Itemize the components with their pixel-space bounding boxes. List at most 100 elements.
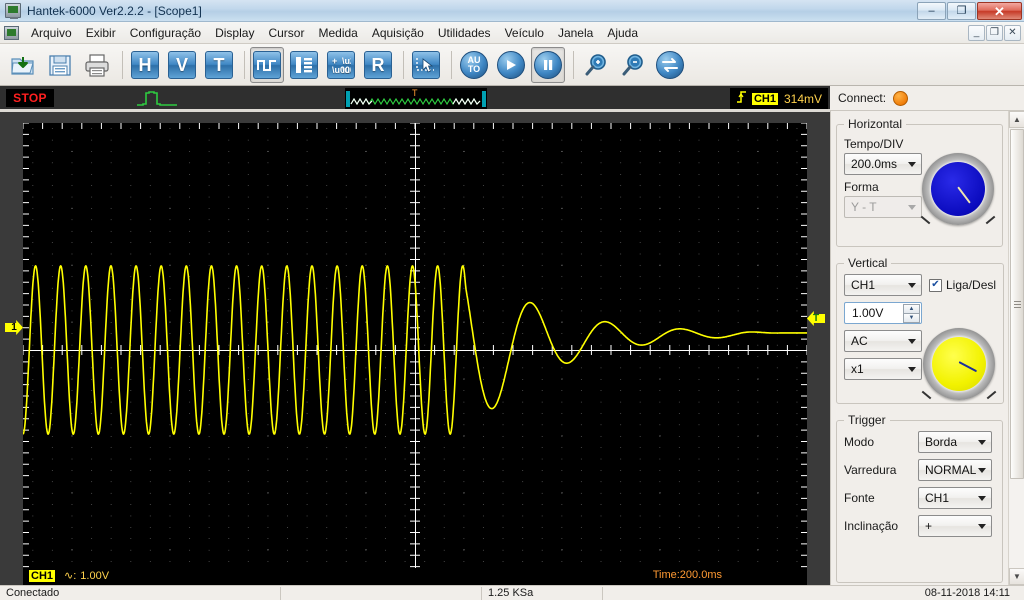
menu-item-exibir[interactable]: Exibir [79, 23, 123, 43]
trigger-sweep-select[interactable]: NORMAL [918, 459, 992, 481]
volts-div-stepper[interactable]: 1.00V ▲ ▼ [844, 302, 922, 324]
menu-item-aquisicao[interactable]: Aquisição [365, 23, 431, 43]
zoom-in-button[interactable] [579, 47, 613, 83]
channel-1-position-marker[interactable]: 1 [5, 320, 23, 335]
measure-button[interactable] [287, 47, 321, 83]
stepper-arrows[interactable]: ▲ ▼ [903, 304, 920, 323]
trigger-channel-tag: CH1 [751, 92, 778, 105]
menu-item-ajuda[interactable]: Ajuda [600, 23, 645, 43]
close-button[interactable]: ✕ [977, 2, 1022, 20]
trigger-source-value: CH1 [925, 491, 950, 505]
maximize-button[interactable]: ❐ [947, 2, 976, 20]
connection-status: Conectado [6, 587, 60, 599]
save-button[interactable] [43, 47, 77, 83]
waveform-icon [253, 50, 281, 79]
sine-waveform-preview-icon: T [345, 88, 487, 109]
trigger-mode-select[interactable]: Borda [918, 431, 992, 453]
svg-text:T: T [412, 88, 418, 98]
run-icon [497, 50, 525, 79]
vertical-channel-select[interactable]: CH1 [844, 274, 922, 296]
horizontal-knob[interactable] [920, 153, 996, 225]
mdi-minimize-button[interactable]: _ [968, 25, 985, 41]
stepper-down-icon[interactable]: ▼ [903, 313, 920, 323]
pause-icon [534, 50, 562, 79]
sample-rate-status: 1.25 KSa [488, 587, 534, 599]
zoom-out-icon [619, 51, 647, 79]
menu-item-cursor[interactable]: Cursor [261, 23, 311, 43]
save-icon [46, 51, 74, 79]
math-button[interactable]: + \u2212 \u00d7 \u00f7 [324, 47, 358, 83]
mdi-close-button[interactable]: ✕ [1004, 25, 1021, 41]
record-button[interactable]: R [361, 47, 395, 83]
chevron-down-icon [908, 339, 916, 344]
status-bar: Conectado 1.25 KSa 08-11-2018 14:11 [0, 585, 1024, 600]
scope-bottom-readout: CH1 ∿: 1.00V Time:200.0ms [23, 568, 807, 585]
menu-item-configuracao[interactable]: Configuração [123, 23, 208, 43]
window-title: Hantek-6000 Ver2.2.2 - [Scope1] [27, 3, 202, 18]
run-button[interactable] [494, 47, 528, 83]
scope-screen[interactable]: TVA na partida ... [23, 123, 807, 578]
menu-item-arquivo[interactable]: Arquivo [24, 23, 79, 43]
probe-value: x1 [851, 362, 864, 376]
minimize-button[interactable]: – [917, 2, 946, 20]
trigger-sweep-row: Varredura NORMAL [844, 459, 995, 481]
trigger-group-legend: Trigger [848, 413, 886, 427]
menu-item-medida[interactable]: Medida [311, 23, 364, 43]
toolbar-separator [573, 50, 574, 79]
connect-label: Connect: [838, 91, 887, 105]
probe-select[interactable]: x1 [844, 358, 922, 380]
print-icon [83, 51, 111, 79]
zoom-out-button[interactable] [616, 47, 650, 83]
vertical-button[interactable]: V [165, 47, 199, 83]
measure-icon [290, 50, 318, 79]
menu-item-display[interactable]: Display [208, 23, 261, 43]
format-select[interactable]: Y - T [844, 196, 922, 218]
scope-app-icon [5, 3, 21, 19]
zoom-in-icon [582, 51, 610, 79]
coupling-select[interactable]: AC [844, 330, 922, 352]
open-button[interactable] [6, 47, 40, 83]
waveform-button[interactable] [250, 46, 284, 83]
scroll-up-icon[interactable]: ▲ [1009, 111, 1024, 128]
trigger-level-marker[interactable]: T [807, 311, 825, 326]
run-state-badge[interactable]: STOP [6, 89, 54, 107]
horizontal-button[interactable]: H [128, 47, 162, 83]
rising-edge-icon [736, 90, 748, 107]
menu-item-utilidades[interactable]: Utilidades [431, 23, 498, 43]
panel-scrollbar[interactable]: ▲ ▼ [1008, 111, 1024, 585]
time-div-select[interactable]: 200.0ms [844, 153, 922, 175]
svg-text:\u00f7: \u00f7 [342, 65, 351, 74]
scrollbar-thumb[interactable] [1010, 129, 1024, 479]
menu-item-veiculo[interactable]: Veículo [498, 23, 551, 43]
channel-onoff-label: Liga/Desl [946, 278, 997, 292]
ch1-trace [23, 265, 807, 436]
refresh-icon [656, 50, 684, 79]
cursor-select-icon [412, 50, 440, 79]
chevron-down-icon [978, 524, 986, 529]
mdi-child-controls: _ ❐ ✕ [967, 25, 1021, 41]
trigger-mode-label: Modo [844, 435, 875, 449]
trigger-source-label: Fonte [844, 491, 875, 505]
trigger-source-select[interactable]: CH1 [918, 487, 992, 509]
mdi-restore-button[interactable]: ❐ [986, 25, 1003, 41]
trigger-slope-select[interactable]: + [918, 515, 992, 537]
record-icon: R [364, 50, 392, 79]
chevron-down-icon [978, 496, 986, 501]
print-button[interactable] [80, 47, 114, 83]
menu-item-janela[interactable]: Janela [551, 23, 600, 43]
pause-button[interactable] [531, 46, 565, 83]
chevron-down-icon [908, 205, 916, 210]
trigger-button[interactable]: T [202, 47, 236, 83]
time-div-label: Tempo/DIV [844, 137, 904, 151]
scroll-down-icon[interactable]: ▼ [1009, 568, 1024, 585]
auto-button[interactable]: AU TO [457, 47, 491, 83]
cursor-select-button[interactable] [409, 47, 443, 83]
mdi-app-icon [4, 25, 19, 40]
scope-display-area: 1 T TVA na partida ... CH1 ∿: 1.00V Time… [0, 111, 830, 585]
coupling-value: AC [851, 334, 868, 348]
vertical-group: Vertical CH1 ✔ Liga/Desl 1.00V ▲ ▼ AC x1 [836, 256, 1005, 404]
vertical-knob[interactable] [921, 328, 997, 400]
channel-onoff-checkbox[interactable]: ✔ [929, 278, 942, 292]
trigger-slope-label: Inclinação [844, 519, 899, 533]
refresh-button[interactable] [653, 47, 687, 83]
